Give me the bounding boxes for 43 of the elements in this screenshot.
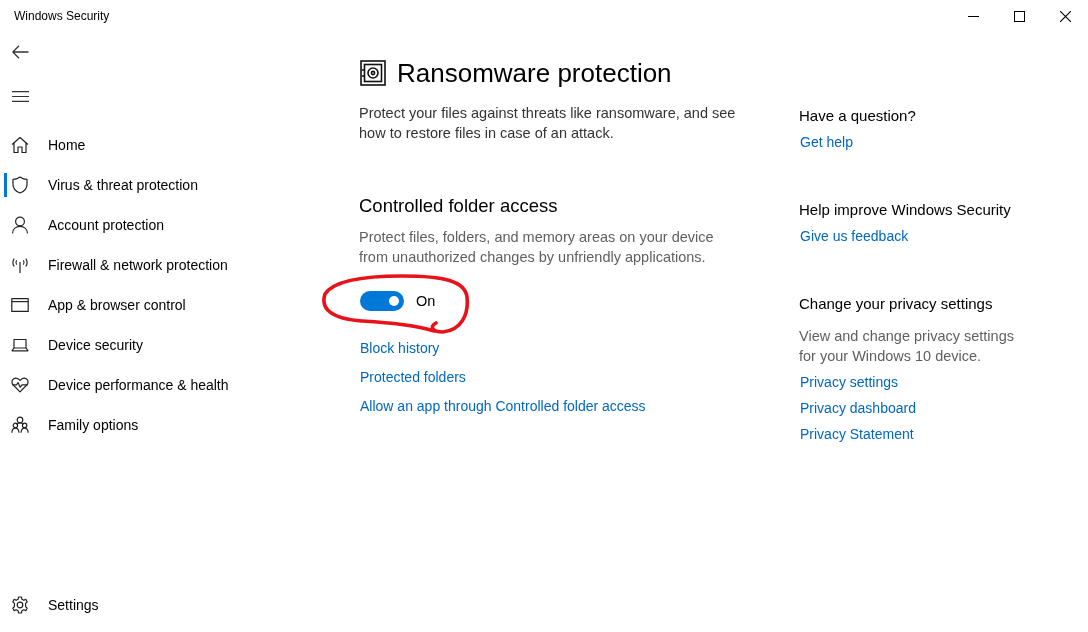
side-heading: Help improve Windows Security: [799, 200, 1011, 220]
page-description: Protect your files against threats like ransomware, and see how to restore files in case of an attack.: [359, 104, 737, 143]
close-icon: [1059, 10, 1071, 22]
link[interactable]: Privacy Statement: [800, 424, 914, 444]
menu-icon: [11, 90, 29, 102]
maximize-icon: [1013, 10, 1025, 22]
link[interactable]: Allow an app through Controlled folder access: [360, 396, 646, 416]
person-icon: [11, 216, 29, 234]
page-title: Ransomware protection: [397, 57, 672, 90]
heart-pulse-icon: [11, 376, 29, 394]
nav-item[interactable]: Device performance & health: [4, 373, 239, 397]
section-heading: Controlled folder access: [359, 194, 559, 218]
nav-item[interactable]: Family options: [4, 413, 149, 437]
link[interactable]: Block history: [360, 338, 440, 358]
section-description: Protect files, folders, and memory areas on your device from unauthorized changes by unfriendly applications.: [359, 228, 715, 267]
link[interactable]: Get help: [800, 132, 853, 152]
nav-item[interactable]: Device security: [4, 333, 153, 357]
toggle-label: On: [416, 293, 436, 309]
side-heading: Change your privacy settings: [799, 294, 993, 314]
link[interactable]: Give us feedback: [800, 226, 909, 246]
people-icon: [11, 416, 29, 434]
toggle-switch[interactable]: [360, 291, 404, 311]
laptop-icon: [11, 336, 29, 354]
nav-item[interactable]: Virus & threat protection: [4, 173, 208, 197]
window-title: Windows Security: [13, 9, 111, 23]
minimize-icon: [967, 15, 979, 17]
back-icon: [11, 45, 29, 59]
app-window-icon: [11, 296, 29, 314]
nav-item[interactable]: Account protection: [4, 213, 174, 237]
settings-icon: [11, 596, 29, 614]
antenna-icon: [11, 256, 29, 274]
nav-item[interactable]: App & browser control: [4, 293, 196, 317]
nav-item[interactable]: Firewall & network protection: [4, 253, 238, 277]
safe-icon: [360, 60, 386, 86]
shield-icon: [11, 176, 29, 194]
link[interactable]: Privacy settings: [800, 372, 899, 392]
side-description: View and change privacy settings for your Windows 10 device.: [799, 327, 1015, 366]
nav-item[interactable]: Home: [4, 133, 96, 157]
link[interactable]: Privacy dashboard: [800, 398, 916, 418]
settings-nav-item[interactable]: Settings: [4, 593, 109, 617]
side-heading: Have a question?: [799, 106, 916, 126]
home-icon: [11, 136, 29, 154]
link[interactable]: Protected folders: [360, 367, 466, 387]
